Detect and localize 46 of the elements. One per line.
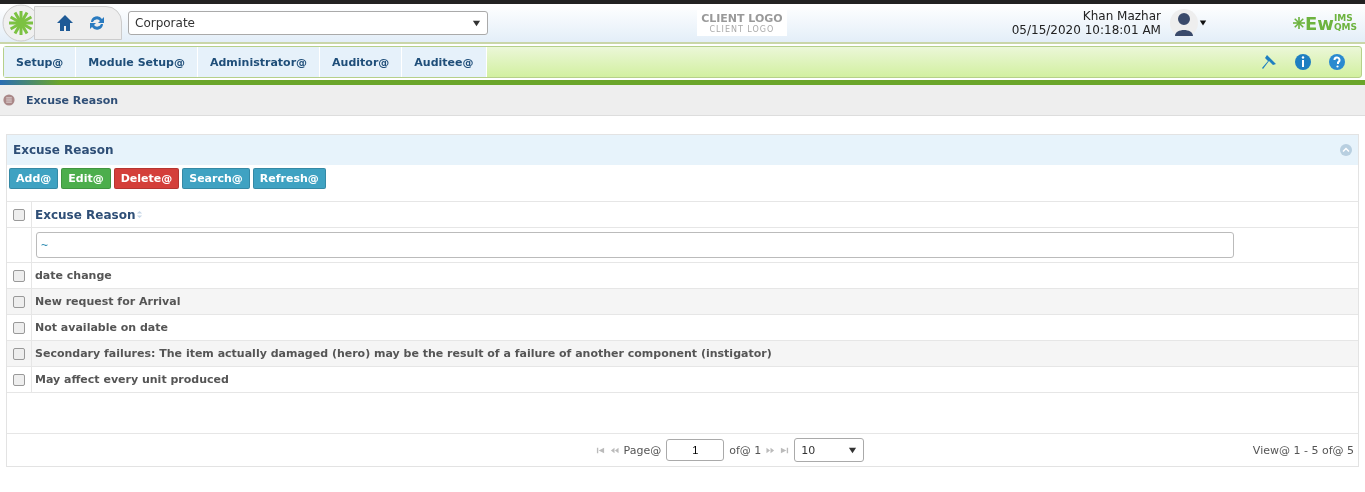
page-label: Page@ — [623, 443, 662, 457]
info-icon[interactable] — [1293, 52, 1313, 72]
table-cell-text: Not available on date — [34, 321, 168, 334]
table-cell-text: Secondary failures: The item actually damaged (hero) may be the result of a failure of another component (instigator) — [34, 347, 772, 360]
menu-tab[interactable]: Auditee@ — [402, 47, 487, 77]
caret-icon[interactable] — [1198, 18, 1207, 27]
avatar-icon[interactable] — [1168, 8, 1199, 38]
menu-tab[interactable]: Auditor@ — [320, 47, 403, 77]
select-all-checkbox[interactable] — [13, 208, 25, 221]
snowflake-icon — [1292, 17, 1305, 29]
dropdown-caret-icon[interactable] — [848, 445, 858, 455]
dropdown-caret-icon[interactable] — [472, 18, 481, 28]
column-header[interactable]: Excuse Reason — [32, 207, 136, 222]
collapse-icon[interactable] — [1340, 144, 1352, 156]
home-icon[interactable] — [55, 13, 75, 33]
row-checkbox[interactable] — [13, 295, 25, 308]
row-checkbox[interactable] — [13, 373, 25, 386]
previous-page-icon[interactable] — [609, 445, 619, 455]
first-page-icon[interactable] — [595, 445, 605, 455]
table-cell-text: May affect every unit produced — [34, 373, 229, 386]
help-icon[interactable] — [1327, 52, 1347, 72]
menu-tab[interactable]: Setup@ — [4, 47, 77, 77]
refresh-icon[interactable] — [87, 13, 107, 33]
next-page-icon[interactable] — [766, 445, 776, 455]
site-select[interactable]: Corporate — [128, 11, 488, 35]
table-cell-text: New request for Arrival — [34, 295, 181, 308]
page-field[interactable]: 1 — [666, 439, 725, 461]
filter-field[interactable]: ~ — [36, 232, 1234, 258]
toolbar-button[interactable]: Delete@ — [113, 168, 180, 189]
user-name: Khan Mazhar — [1082, 9, 1161, 23]
page-count: of@ 1 — [729, 443, 762, 457]
page-size-select[interactable]: 10 — [794, 438, 865, 462]
scroll-icon — [2, 93, 16, 107]
record-count: View@ 1 - 5 of@ 5 — [1252, 443, 1355, 457]
date-time: 05/15/2020 10:18:01 AM — [1011, 23, 1161, 37]
last-page-icon[interactable] — [780, 445, 790, 455]
menu-tab[interactable]: Administrator@ — [198, 47, 321, 77]
row-checkbox[interactable] — [13, 269, 25, 282]
sort-icon[interactable] — [135, 210, 145, 219]
table-cell-text: date change — [34, 269, 112, 282]
row-checkbox[interactable] — [13, 347, 25, 360]
panel-title: Excuse Reason — [13, 143, 114, 157]
client-logo: CLIENT LOGO CLIENT LOGO — [697, 10, 787, 36]
menu-tab[interactable]: Module Setup@ — [76, 47, 198, 77]
breadcrumb-item[interactable]: Excuse Reason — [26, 93, 119, 107]
row-checkbox[interactable] — [13, 321, 25, 334]
